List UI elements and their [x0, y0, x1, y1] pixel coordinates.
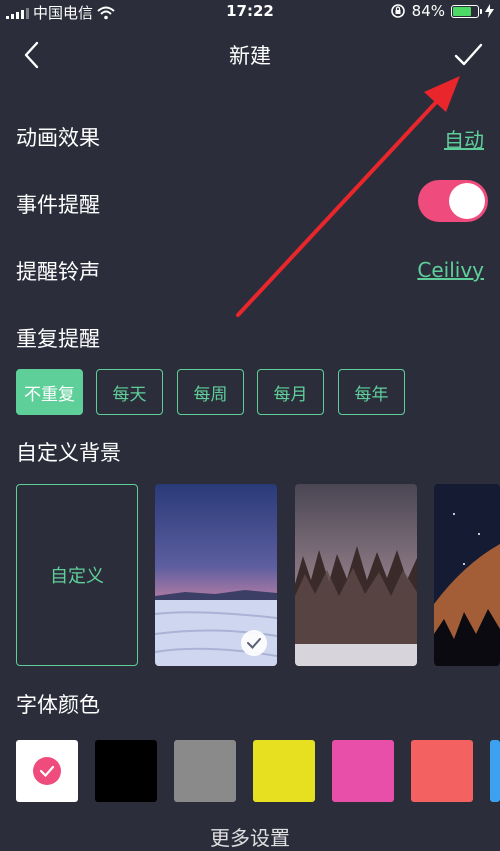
annotation-arrow [236, 76, 460, 317]
